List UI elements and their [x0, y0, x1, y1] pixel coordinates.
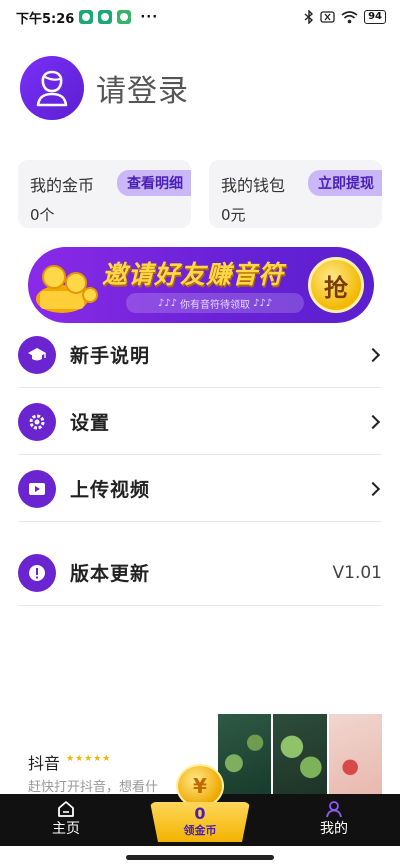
grab-button[interactable]: 抢	[308, 257, 364, 313]
banner-subtitle-pill: ♪♪♪ 你有音符待领取 ♪♪♪	[126, 293, 304, 313]
sim-off-icon	[320, 11, 335, 23]
login-link[interactable]: 请登录	[96, 66, 189, 110]
bluetooth-icon	[304, 10, 314, 24]
note-icon: ♪♪♪	[253, 297, 273, 309]
collect-coins-button[interactable]: ¥ 0 领金币	[150, 764, 250, 844]
status-right: 94	[304, 10, 386, 24]
tab-home[interactable]: 主页	[36, 800, 96, 838]
status-time: 下午5:26	[16, 11, 75, 27]
banner-title: 邀请好友赚音符	[102, 260, 285, 289]
user-icon	[326, 801, 342, 818]
note-icon: ♪♪♪	[157, 297, 177, 309]
menu-item-label: 上传视频	[70, 479, 151, 501]
invite-banner[interactable]: 邀请好友赚音符 ♪♪♪ 你有音符待领取 ♪♪♪ 抢	[28, 247, 374, 323]
ad-description: 赶快打开抖音，想看什	[28, 780, 159, 795]
version-number: V1.01	[332, 562, 382, 583]
withdraw-button[interactable]: 立即提现	[308, 170, 382, 196]
coin-icon: ¥	[176, 764, 224, 808]
coins-card-value: 0个	[30, 206, 55, 224]
info-icon	[18, 553, 56, 592]
video-icon	[18, 469, 56, 508]
app-badge-icon	[117, 10, 132, 24]
battery-icon: 94	[364, 10, 386, 24]
account-cards: 我的金币 0个 查看明细 我的钱包 0元 立即提现	[18, 160, 382, 228]
wallet-card[interactable]: 我的钱包 0元 立即提现	[209, 160, 382, 228]
app-badge-icon	[98, 10, 113, 24]
view-details-button[interactable]: 查看明细	[117, 170, 191, 196]
home-indicator[interactable]	[126, 855, 274, 860]
more-notifications-icon: ···	[140, 9, 159, 25]
menu-item-label: 新手说明	[70, 345, 151, 367]
menu-item-version-update[interactable]: 版本更新 V1.01	[18, 540, 382, 606]
chevron-right-icon	[365, 347, 381, 362]
banner-subtitle: 你有音符待领取	[180, 299, 250, 311]
menu-item-beginner-guide[interactable]: 新手说明	[18, 322, 382, 388]
coin-label: 领金币	[183, 824, 217, 837]
ad-image	[273, 714, 327, 796]
coins-card[interactable]: 我的金币 0个 查看明细	[18, 160, 191, 228]
user-icon	[36, 70, 68, 107]
chevron-right-icon	[365, 414, 381, 429]
menu-item-label: 版本更新	[70, 563, 151, 585]
avatar[interactable]	[20, 56, 84, 120]
tab-home-label: 主页	[52, 821, 80, 837]
tab-mine-label: 我的	[320, 821, 348, 837]
wallet-card-value: 0元	[221, 206, 246, 224]
tab-mine[interactable]: 我的	[304, 800, 364, 838]
app-badge-icon	[79, 10, 94, 24]
menu-item-label: 设置	[70, 412, 111, 434]
status-bar: 下午5:26 ··· 94	[0, 0, 400, 34]
gear-icon	[18, 402, 56, 441]
login-header[interactable]: 请登录	[20, 56, 189, 120]
coins-icon	[36, 265, 98, 313]
coin-count: 0	[194, 804, 206, 823]
status-left: 下午5:26 ···	[16, 8, 158, 27]
menu-item-settings[interactable]: 设置	[18, 389, 382, 455]
menu-item-upload-video[interactable]: 上传视频	[18, 456, 382, 522]
ad-image	[328, 714, 382, 796]
home-icon	[58, 801, 74, 817]
wifi-icon	[341, 10, 358, 23]
chevron-right-icon	[365, 481, 381, 496]
coin-ribbon: 0 领金币	[150, 802, 250, 842]
rating-stars-icon: ★★★★★	[66, 754, 112, 764]
ad-app-name: 抖音	[28, 754, 61, 773]
graduation-cap-icon	[18, 335, 56, 374]
